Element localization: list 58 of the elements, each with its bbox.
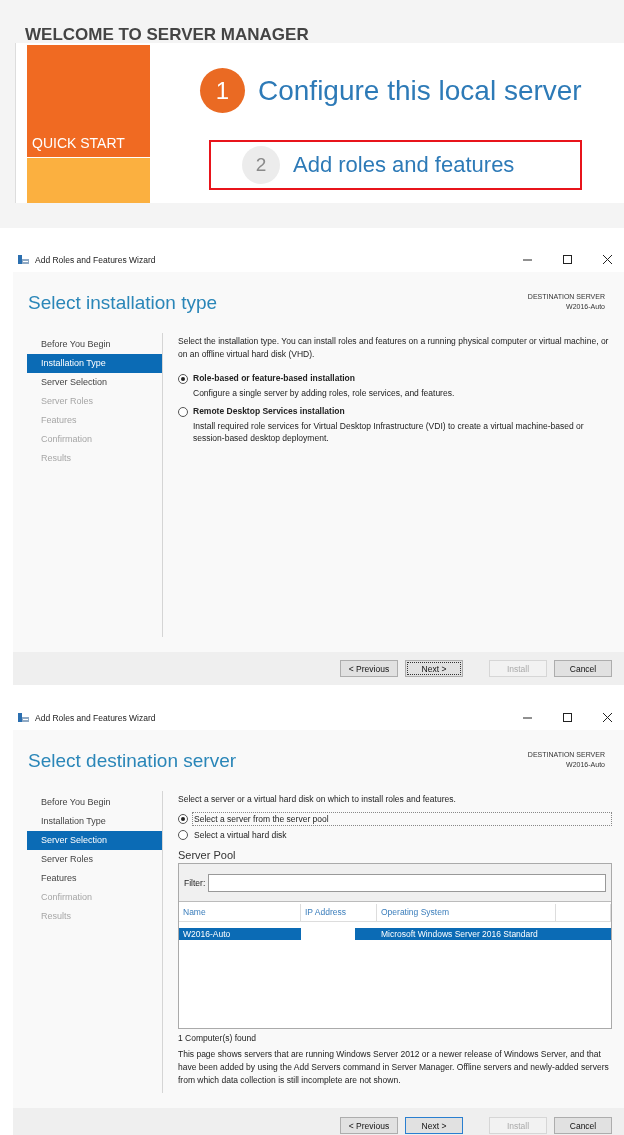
wizard-step: Results [27, 907, 162, 926]
wizard-step[interactable]: Before You Begin [27, 335, 162, 354]
result-count: 1 Computer(s) found [178, 1032, 257, 1044]
radio-button[interactable] [178, 830, 188, 840]
wizard-step[interactable]: Features [27, 869, 162, 888]
page-title: WELCOME TO SERVER MANAGER [24, 24, 310, 43]
option-description: Install required role services for Virtual Desktop Infrastructure (VDI) to create a virtual machine-based or session-based desktop deployment. [193, 420, 585, 444]
column-header[interactable]: Operating System [377, 904, 556, 921]
wizard-step[interactable]: Server Selection [27, 373, 162, 392]
option-description: Configure a single server by adding roles, role services, and features. [193, 387, 455, 399]
step-link[interactable]: Add roles and features [293, 152, 515, 178]
description-text: Select a server or a virtual hard disk on which to install roles and features. [178, 793, 457, 806]
option-label[interactable]: Remote Desktop Services installation [193, 405, 612, 418]
wizard-step: Confirmation [27, 888, 162, 907]
wizard-button[interactable]: Next > [405, 660, 463, 677]
tile-label: QUICK START [32, 135, 125, 151]
radio-button[interactable] [178, 374, 188, 384]
wizard-step: Features [27, 411, 162, 430]
table-cell[interactable]: W2016-Auto [179, 928, 301, 940]
section-title: Server Pool [178, 849, 237, 861]
wizard-step[interactable]: Installation Type [27, 812, 162, 831]
radio-button[interactable] [178, 814, 188, 824]
wizard-step: Results [27, 449, 162, 468]
maximize-icon [561, 712, 573, 723]
option-label[interactable]: Role-based or feature-based installation [193, 372, 455, 385]
radio-label[interactable]: Select a virtual hard disk [192, 828, 289, 842]
close-icon [601, 712, 613, 723]
wizard-step[interactable]: Server Roles [27, 850, 162, 869]
radio-button[interactable] [178, 407, 188, 417]
wizard-button[interactable]: Cancel [554, 1117, 612, 1134]
column-header[interactable]: Name [179, 904, 301, 921]
wizard-step: Confirmation [27, 430, 162, 449]
wizard-step: Server Roles [27, 392, 162, 411]
window-title: Add Roles and Features Wizard [35, 254, 157, 265]
maximize-icon [561, 254, 573, 265]
step-link[interactable]: Configure this local server [258, 74, 582, 107]
close-icon [601, 254, 613, 265]
radio-label[interactable]: Select a server from the server pool [192, 812, 612, 826]
description-text: This page shows servers that are running Windows Server 2012 or a newer release of Windows Server, and that have been added by using the Add Servers command in Server Manager. Offline servers and newly-added servers from which data collection is still incomplete are not shown. [178, 1048, 610, 1087]
filter-label: Filter: [184, 877, 206, 888]
window-title: Add Roles and Features Wizard [35, 712, 157, 723]
wizard-button[interactable]: < Previous [340, 660, 398, 677]
step-number: 1 [200, 68, 245, 113]
page-heading: Select destination server [28, 750, 237, 773]
column-header[interactable]: IP Address [301, 904, 377, 921]
wizard-button[interactable]: Cancel [554, 660, 612, 677]
table-cell[interactable]: Microsoft Windows Server 2016 Standard [355, 928, 611, 940]
step-number: 2 [242, 146, 280, 184]
description-text: Select the installation type. You can install roles and features on a running physical computer or virtual machine, or on an offline virtual hard disk (VHD). [178, 335, 610, 361]
app-icon [18, 712, 29, 723]
wizard-button[interactable]: Next > [405, 1117, 463, 1134]
wizard-step[interactable]: Before You Begin [27, 793, 162, 812]
filter-field[interactable] [208, 873, 606, 892]
app-icon [18, 254, 29, 265]
wizard-step[interactable]: Server Selection [27, 831, 162, 850]
wizard-button[interactable]: < Previous [340, 1117, 398, 1134]
wizard-step[interactable]: Installation Type [27, 354, 162, 373]
page-heading: Select installation type [28, 292, 218, 315]
